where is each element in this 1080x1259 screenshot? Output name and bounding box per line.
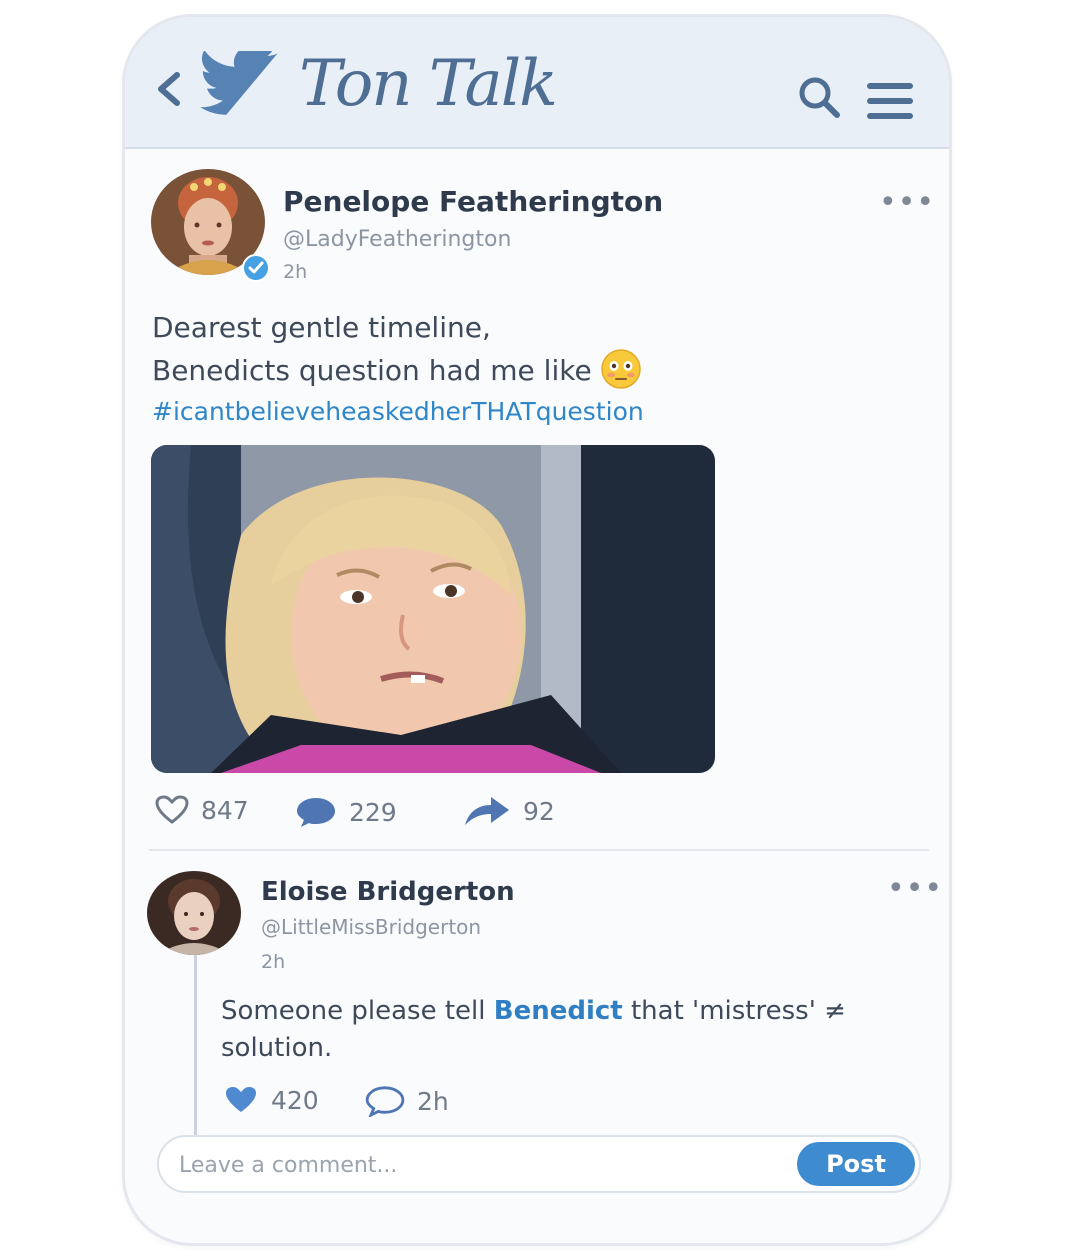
comment-input[interactable]: [179, 1145, 779, 1185]
heart-outline-icon: [155, 795, 189, 824]
search-icon[interactable]: [797, 75, 841, 119]
author-name[interactable]: Penelope Featherington: [283, 185, 663, 218]
more-options-icon[interactable]: •••: [879, 185, 935, 220]
reply-text-before: Someone please tell: [221, 996, 494, 1026]
divider: [149, 849, 929, 851]
post-text-line-2: Benedicts question had me like: [152, 348, 644, 391]
reply-body: Someone please tell Benedict that 'mistr…: [221, 993, 901, 1067]
reply-author-handle[interactable]: @LittleMissBridgerton: [261, 915, 481, 939]
author-handle[interactable]: @LadyFeatherington: [283, 227, 511, 252]
reply-time: 2h: [261, 951, 286, 973]
post-body: Dearest gentle timeline, Benedicts quest…: [152, 307, 644, 432]
post-image[interactable]: [151, 445, 715, 773]
like-stat[interactable]: 847: [155, 795, 249, 825]
post-button[interactable]: Post: [797, 1142, 915, 1186]
reply-author-name[interactable]: Eloise Bridgerton: [261, 877, 515, 907]
post-text-line-1: Dearest gentle timeline,: [152, 311, 491, 344]
post-text-line-2-text: Benedicts question had me like: [152, 354, 592, 387]
like-count: 847: [201, 795, 249, 825]
chevron-left-icon[interactable]: [153, 67, 185, 111]
share-arrow-icon: [465, 797, 509, 825]
heart-filled-icon: [226, 1087, 256, 1112]
reply-comment-stat[interactable]: 2h: [365, 1085, 449, 1117]
bird-logo-icon: [200, 51, 278, 115]
verified-badge-icon: [242, 254, 270, 282]
comment-stat[interactable]: 229: [295, 795, 397, 829]
app-title: Ton Talk: [299, 47, 558, 121]
app-header: Ton Talk: [125, 17, 949, 149]
phone-frame: Ton Talk Penelope Featherington @LadyFea…: [122, 14, 952, 1246]
flushed-face-icon: [600, 349, 641, 389]
reply-like-stat[interactable]: 420: [223, 1085, 319, 1115]
reply-like-count: 420: [271, 1085, 319, 1115]
reply-stat-time: 2h: [417, 1086, 449, 1116]
hamburger-menu-icon[interactable]: [865, 81, 915, 121]
comment-box: Post: [157, 1135, 921, 1193]
mention-link[interactable]: Benedict: [494, 996, 623, 1026]
post-time: 2h: [283, 261, 308, 283]
hashtag-link[interactable]: #icantbelieveheaskedherTHATquestion: [152, 391, 644, 432]
share-stat[interactable]: 92: [463, 795, 555, 827]
comment-count: 229: [349, 797, 397, 827]
avatar-eloise[interactable]: [147, 871, 241, 955]
thread-line: [194, 955, 197, 1135]
comment-bubble-icon: [297, 798, 335, 827]
reply-more-options-icon[interactable]: •••: [887, 871, 943, 906]
comment-outline-icon: [365, 1086, 405, 1117]
share-count: 92: [523, 796, 555, 826]
